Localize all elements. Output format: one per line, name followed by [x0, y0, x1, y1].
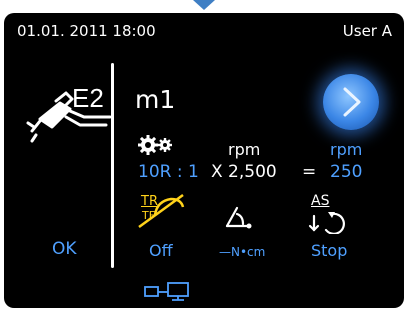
output-speed-value[interactable]: 250 — [330, 162, 362, 182]
vertical-divider — [111, 63, 114, 268]
ok-button[interactable]: OK — [52, 239, 77, 259]
handpiece-icon[interactable]: E2 — [26, 79, 116, 149]
auto-stop-as-label: AS — [311, 193, 330, 209]
mode-label: E2 — [72, 83, 104, 113]
device-screen: 01.01. 2011 18:00 User A E2 OK m1 10R: … — [4, 13, 404, 308]
network-connection-icon — [144, 282, 200, 302]
top-indicator-arrow — [193, 0, 215, 10]
gear-ratio-value[interactable]: 10R : 1 — [138, 162, 199, 182]
motor-speed-value: X 2,500 — [211, 162, 277, 182]
torque-reverse-state[interactable]: Off — [149, 241, 173, 260]
torque-value[interactable]: —N•cm — [219, 245, 265, 259]
torque-reverse-tf-label: TF — [142, 209, 156, 222]
program-name: m1 — [135, 85, 176, 114]
auto-stop-state[interactable]: Stop — [311, 241, 347, 260]
datetime-label: 01.01. 2011 18:00 — [17, 22, 156, 40]
play-icon — [343, 87, 361, 117]
torque-reverse-tr-label: TR — [141, 194, 158, 209]
equals-sign: = — [302, 162, 317, 182]
motor-rpm-unit: rpm — [228, 140, 261, 159]
output-rpm-unit: rpm — [330, 140, 363, 159]
user-label[interactable]: User A — [343, 22, 392, 40]
status-bar: 01.01. 2011 18:00 User A — [4, 13, 404, 47]
gear-ratio-icon — [138, 134, 178, 156]
torque-angle-icon[interactable] — [223, 202, 255, 230]
play-button[interactable] — [323, 74, 379, 130]
